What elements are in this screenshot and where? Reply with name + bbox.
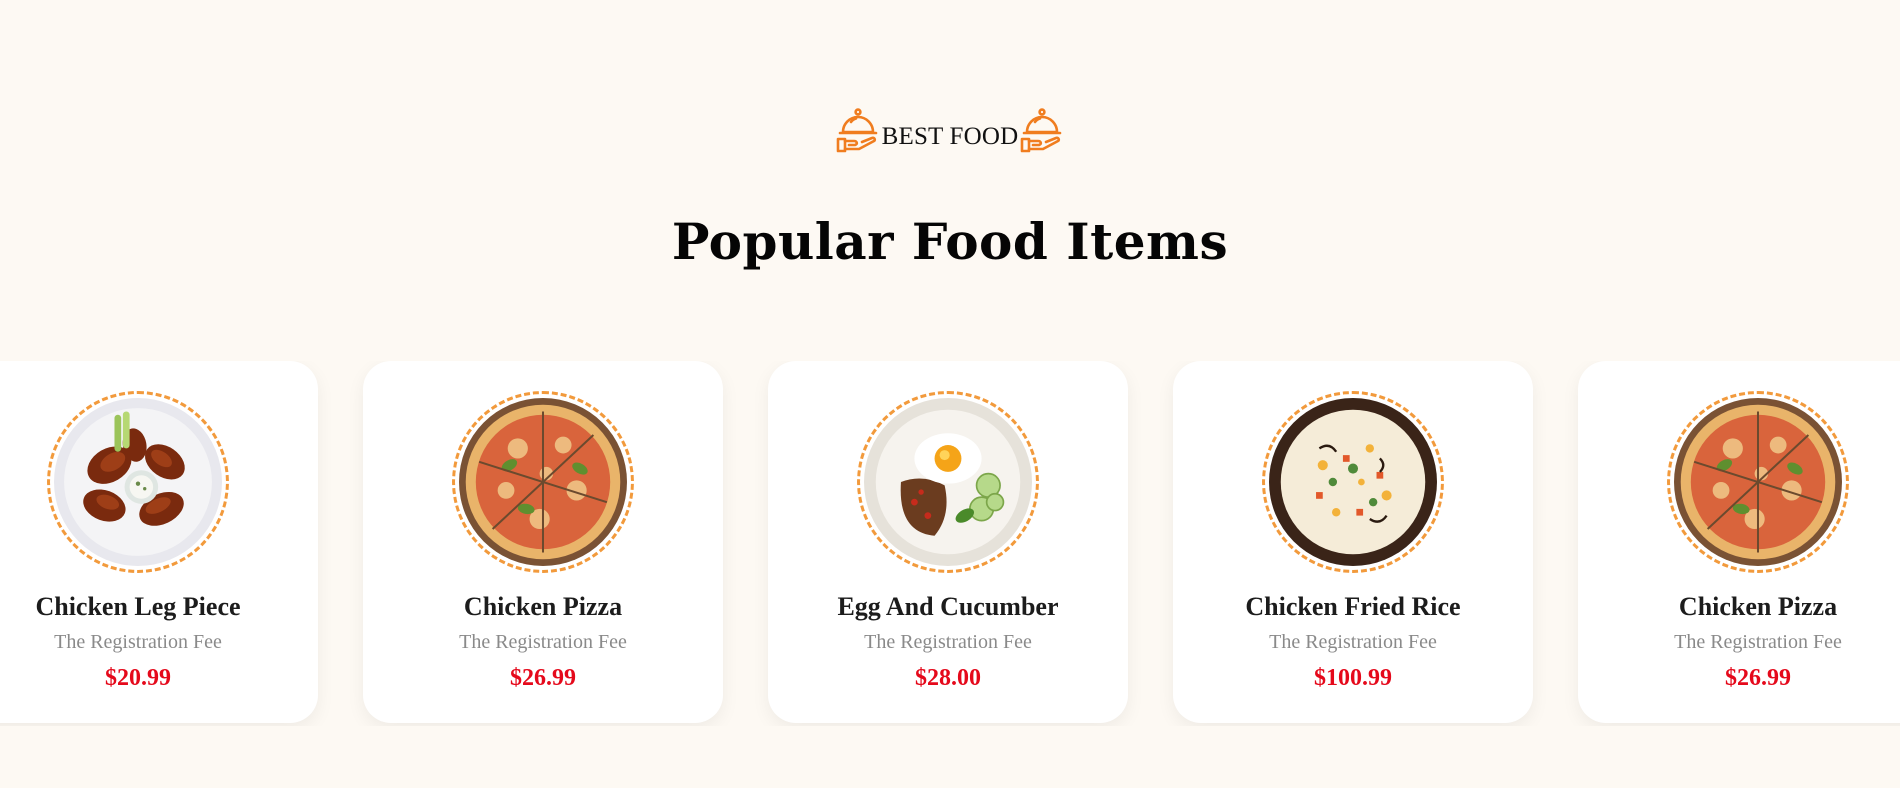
- food-subtitle: The Registration Fee: [459, 631, 627, 653]
- food-card[interactable]: Egg And Cucumber The Registration Fee $2…: [768, 361, 1128, 723]
- food-image-fried-rice[interactable]: [1262, 391, 1444, 573]
- food-card[interactable]: Chicken Fried Rice The Registration Fee …: [1173, 361, 1533, 723]
- food-carousel[interactable]: Chicken Leg Piece The Registration Fee $…: [0, 361, 1900, 726]
- food-image-chicken-leg[interactable]: [47, 391, 229, 573]
- food-name: Chicken Fried Rice: [1245, 592, 1461, 621]
- food-price: $20.99: [105, 665, 171, 691]
- food-card[interactable]: Chicken Pizza The Registration Fee $26.9…: [1578, 361, 1900, 723]
- food-name: Egg And Cucumber: [837, 592, 1059, 621]
- section-title: Popular Food Items: [671, 212, 1229, 271]
- food-subtitle: The Registration Fee: [1269, 631, 1437, 653]
- food-image-chicken-pizza[interactable]: [452, 391, 634, 573]
- food-price: $100.99: [1314, 665, 1392, 691]
- food-image-egg-cucumber[interactable]: [857, 391, 1039, 573]
- section-eyebrow: BEST FOOD: [0, 108, 1900, 154]
- food-price: $26.99: [510, 665, 576, 691]
- food-price: $26.99: [1725, 665, 1791, 691]
- food-image-chicken-pizza[interactable]: [1667, 391, 1849, 573]
- food-card[interactable]: Chicken Leg Piece The Registration Fee $…: [0, 361, 318, 723]
- food-name: Chicken Pizza: [463, 592, 623, 621]
- serving-cloche-icon: [836, 108, 880, 154]
- serving-cloche-icon: [1020, 108, 1064, 154]
- food-subtitle: The Registration Fee: [1674, 631, 1842, 653]
- eyebrow-label: BEST FOOD: [881, 123, 1019, 150]
- food-subtitle: The Registration Fee: [864, 631, 1032, 653]
- food-card[interactable]: Chicken Pizza The Registration Fee $26.9…: [363, 361, 723, 723]
- food-name: Chicken Pizza: [1678, 592, 1838, 621]
- food-price: $28.00: [915, 665, 981, 691]
- food-name: Chicken Leg Piece: [35, 592, 241, 621]
- food-subtitle: The Registration Fee: [54, 631, 222, 653]
